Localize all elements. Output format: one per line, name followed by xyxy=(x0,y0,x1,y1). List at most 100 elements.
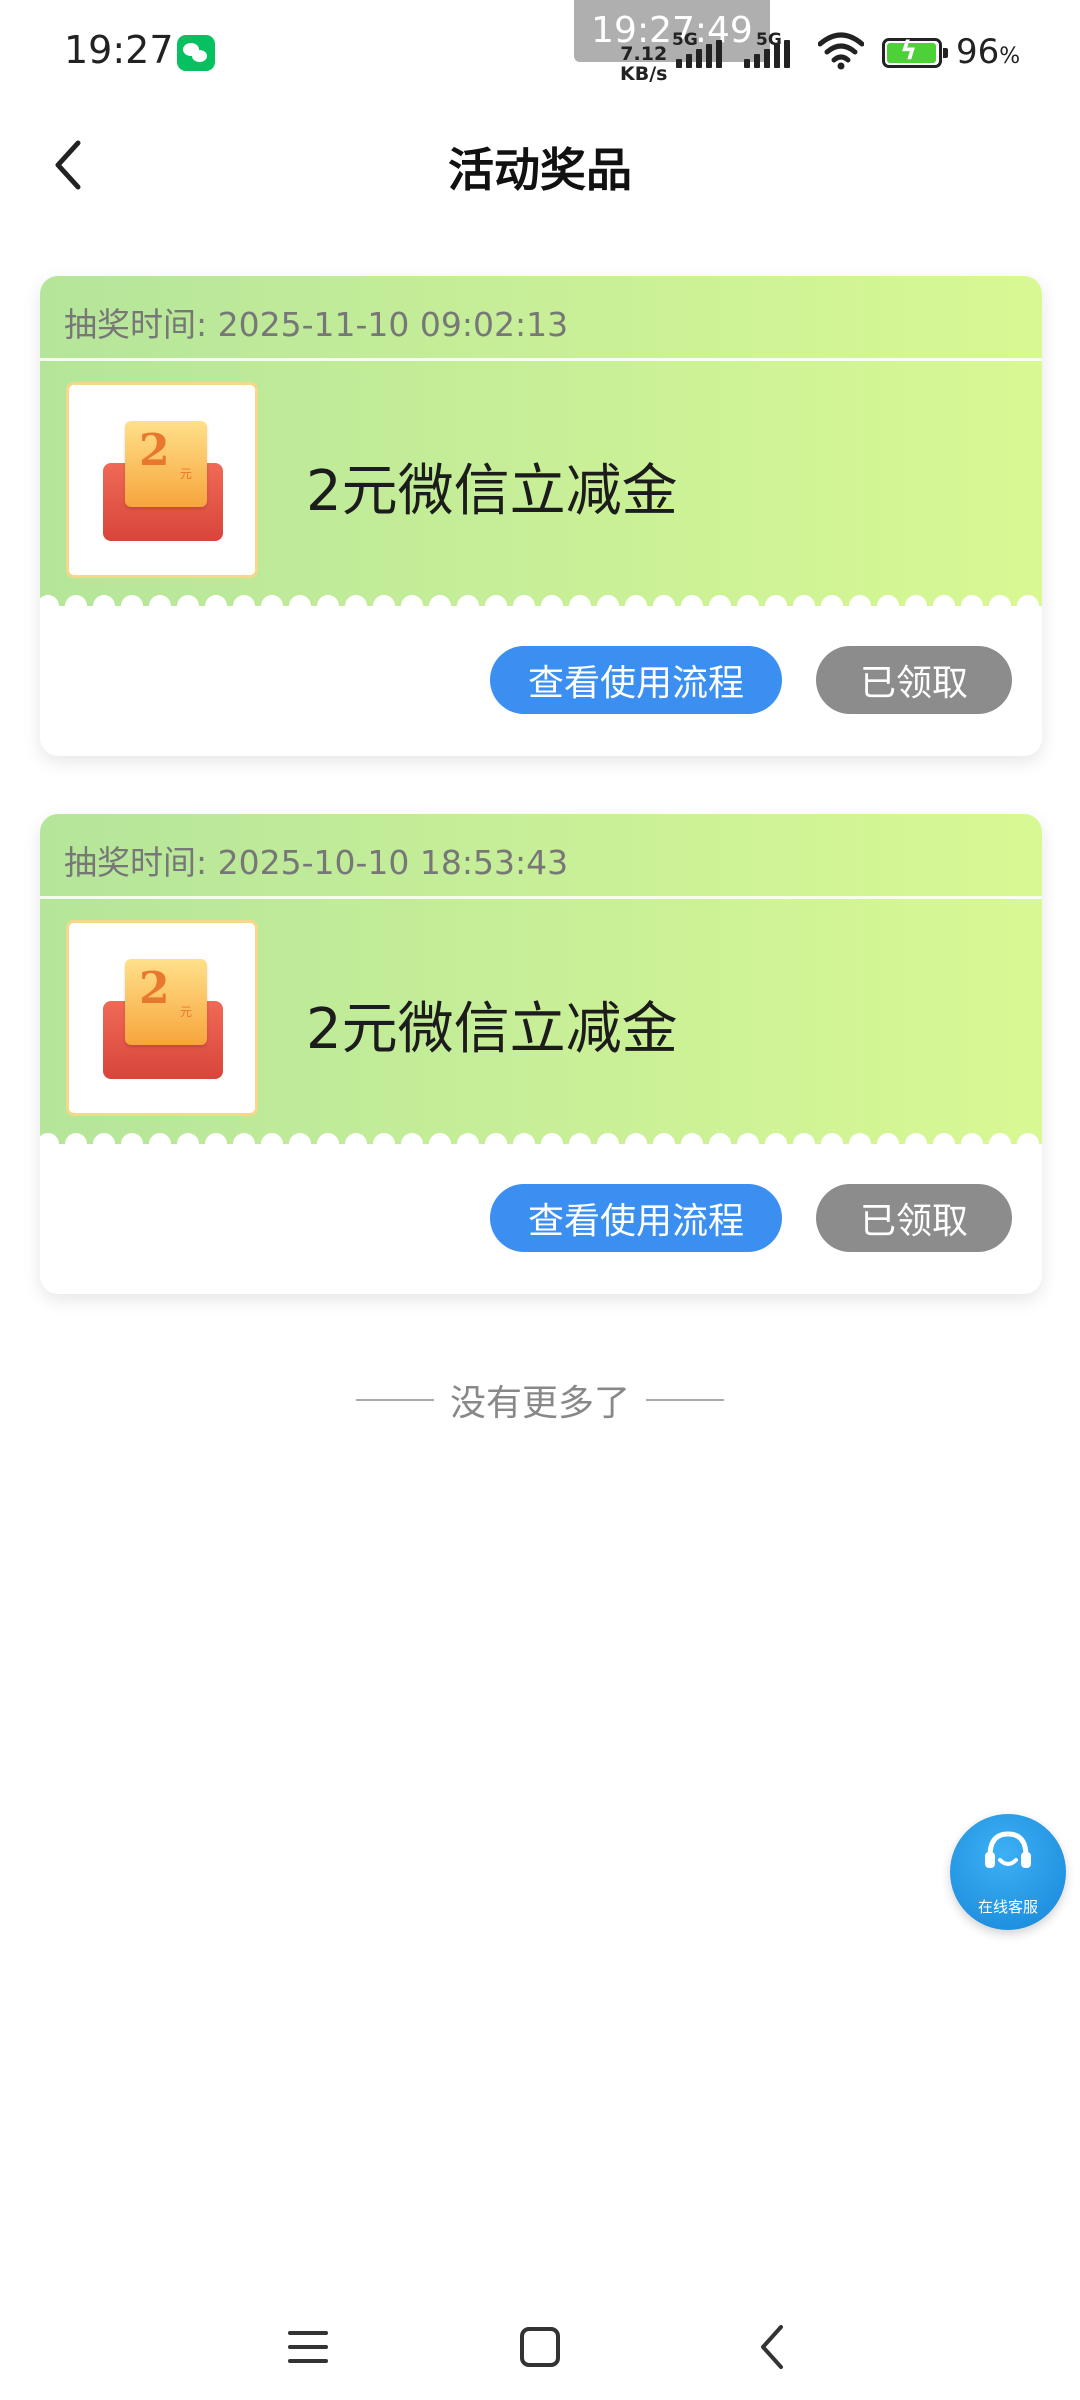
scallop-dot xyxy=(457,595,479,614)
scallop-dot xyxy=(625,1133,647,1152)
prize-card: 抽奖时间: 2025-11-10 09:02:13 2 元 2元微信立减金 查看… xyxy=(40,276,1042,756)
scallop-dot xyxy=(317,1133,339,1152)
scallop-dot xyxy=(261,1133,283,1152)
scallop-dot xyxy=(709,1133,731,1152)
scallop-dot xyxy=(261,595,283,614)
scallop-dot xyxy=(681,595,703,614)
scallop-dot xyxy=(765,595,787,614)
coupon-unit: 元 xyxy=(180,1005,193,1019)
nav-back-button[interactable] xyxy=(732,2312,812,2382)
scallop-dot xyxy=(737,595,759,614)
draw-time: 抽奖时间: 2025-10-10 18:53:43 xyxy=(64,836,568,884)
status-time: 19:27 xyxy=(64,28,174,72)
claimed-status-button[interactable]: 已领取 xyxy=(816,1184,1012,1252)
scallop-dot xyxy=(737,1133,759,1152)
prize-thumbnail: 2 元 xyxy=(66,920,258,1116)
divider xyxy=(646,1399,724,1401)
divider xyxy=(355,1399,434,1401)
support-label: 在线客服 xyxy=(977,1898,1038,1916)
scallop-dot xyxy=(317,595,339,614)
back-icon xyxy=(761,2325,783,2369)
home-button[interactable] xyxy=(500,2312,580,2382)
scallop-dot xyxy=(121,1133,143,1152)
prize-name: 2元微信立减金 xyxy=(306,459,678,524)
charging-bolt-icon: ϟ xyxy=(900,36,918,66)
headset-icon xyxy=(985,1831,1031,1868)
header: 活动奖品 xyxy=(0,110,1080,220)
draw-time-label: 抽奖时间: xyxy=(64,305,208,344)
prize-card: 抽奖时间: 2025-10-10 18:53:43 2 元 2元微信立减金 查看… xyxy=(40,814,1042,1294)
scallop-dot xyxy=(373,1133,395,1152)
scallop-dot xyxy=(457,1133,479,1152)
scallop-dot xyxy=(709,595,731,614)
divider xyxy=(40,896,1042,899)
scallop-dot xyxy=(233,595,255,614)
scallop-dot xyxy=(681,1133,703,1152)
view-usage-process-button[interactable]: 查看使用流程 xyxy=(490,1184,782,1252)
scallop-dot xyxy=(485,1133,507,1152)
scallop-dot xyxy=(653,595,675,614)
scallop-dot xyxy=(849,1133,871,1152)
coupon-amount: 2 xyxy=(139,963,170,1014)
scallop-dot xyxy=(905,1133,927,1152)
system-nav-bar xyxy=(0,2290,1080,2400)
divider xyxy=(40,358,1042,361)
battery-percent: 96% xyxy=(956,32,1021,72)
net-speed: 7.12 KB/s xyxy=(620,44,667,84)
scallop-dot xyxy=(233,1133,255,1152)
scallop-dot xyxy=(541,595,563,614)
scallop-dot xyxy=(961,1133,983,1152)
scallop-dot xyxy=(821,595,843,614)
list-end-note: 没有更多了 xyxy=(0,1374,1080,1426)
scallop-dot xyxy=(793,1133,815,1152)
prize-actions: 查看使用流程 已领取 xyxy=(490,646,1012,714)
scallop-dot xyxy=(961,595,983,614)
prize-name: 2元微信立减金 xyxy=(306,997,678,1062)
coupon-unit: 元 xyxy=(180,467,193,481)
menu-button[interactable] xyxy=(268,2312,348,2382)
scallop-dot xyxy=(177,595,199,614)
scallop-dot xyxy=(513,1133,535,1152)
scallop-edge xyxy=(40,595,1042,614)
scallop-dot xyxy=(597,595,619,614)
scallop-dot xyxy=(1017,1133,1039,1152)
page-title: 活动奖品 xyxy=(448,143,632,197)
online-support-button[interactable]: 在线客服 xyxy=(950,1814,1066,1930)
signal-icon xyxy=(676,40,728,68)
home-icon xyxy=(520,2327,560,2367)
scallop-dot xyxy=(765,1133,787,1152)
scallop-dot xyxy=(793,595,815,614)
scallop-dot xyxy=(485,595,507,614)
scallop-dot xyxy=(933,595,955,614)
scallop-dot xyxy=(429,595,451,614)
menu-icon xyxy=(288,2331,328,2363)
prize-actions: 查看使用流程 已领取 xyxy=(490,1184,1012,1252)
scallop-dot xyxy=(289,595,311,614)
draw-time: 抽奖时间: 2025-11-10 09:02:13 xyxy=(64,298,568,346)
scallop-dot xyxy=(933,1133,955,1152)
scallop-dot xyxy=(401,595,423,614)
scallop-dot xyxy=(149,595,171,614)
coupon-amount: 2 xyxy=(139,425,170,476)
scallop-dot xyxy=(569,1133,591,1152)
prize-card-header: 抽奖时间: 2025-11-10 09:02:13 2 元 2元微信立减金 xyxy=(40,276,1042,606)
net-speed-unit: KB/s xyxy=(620,63,668,85)
signal-icon xyxy=(744,40,796,68)
scallop-dot xyxy=(625,595,647,614)
scallop-dot xyxy=(205,1133,227,1152)
scallop-dot xyxy=(40,595,59,614)
draw-time-value: 2025-10-10 18:53:43 xyxy=(217,843,569,882)
scallop-dot xyxy=(989,1133,1011,1152)
scallop-dot xyxy=(289,1133,311,1152)
scallop-dot xyxy=(905,595,927,614)
scallop-dot xyxy=(345,1133,367,1152)
scallop-dot xyxy=(541,1133,563,1152)
draw-time-value: 2025-11-10 09:02:13 xyxy=(217,305,569,344)
scallop-dot xyxy=(93,595,115,614)
scallop-dot xyxy=(569,595,591,614)
list-end-text: 没有更多了 xyxy=(449,1383,630,1424)
view-usage-process-button[interactable]: 查看使用流程 xyxy=(490,646,782,714)
claimed-status-button[interactable]: 已领取 xyxy=(816,646,1012,714)
prize-card-header: 抽奖时间: 2025-10-10 18:53:43 2 元 2元微信立减金 xyxy=(40,814,1042,1144)
scallop-dot xyxy=(205,595,227,614)
